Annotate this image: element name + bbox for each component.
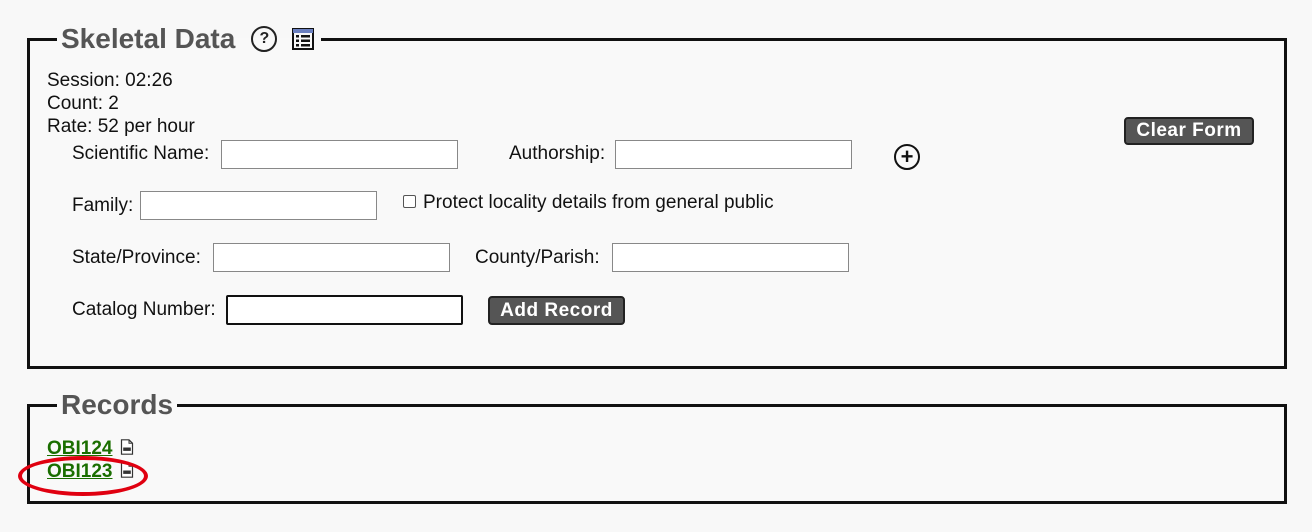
record-rate: Rate: 52 per hour — [47, 116, 195, 137]
record-count: Count: 2 — [47, 93, 119, 114]
records-legend: Records — [57, 390, 177, 420]
authorship-input[interactable] — [615, 140, 852, 169]
records-title: Records — [61, 389, 174, 420]
add-record-button[interactable]: Add Record — [488, 296, 625, 325]
clear-form-button[interactable]: Clear Form — [1124, 117, 1254, 145]
family-input[interactable] — [140, 191, 377, 220]
scientific-name-input[interactable] — [221, 140, 458, 169]
question-circle-icon[interactable]: ? — [251, 26, 278, 52]
authorship-label: Authorship: — [509, 143, 606, 164]
protect-locality-checkbox[interactable] — [403, 195, 416, 208]
state-province-label: State/Province: — [72, 247, 201, 268]
panel-title: Skeletal Data — [61, 23, 236, 54]
session-stats: Session: 02:26 Count: 2 Rate: 52 per hou… — [47, 69, 195, 138]
record-link-obi124[interactable]: OBI124 — [47, 438, 112, 460]
catalog-number-input[interactable] — [226, 295, 463, 325]
state-province-input[interactable] — [213, 243, 450, 272]
pdf-document-icon[interactable] — [120, 462, 134, 478]
catalog-number-label: Catalog Number: — [72, 299, 216, 320]
protect-locality-label: Protect locality details from general pu… — [423, 192, 774, 213]
table-list-icon[interactable] — [291, 27, 315, 51]
county-parish-label: County/Parish: — [475, 247, 600, 268]
pdf-document-icon[interactable] — [120, 439, 134, 455]
records-panel: Records — [27, 390, 1287, 504]
session-time: Session: 02:26 — [47, 70, 173, 91]
plus-circle-icon[interactable]: + — [894, 144, 920, 170]
scientific-name-label: Scientific Name: — [72, 143, 210, 164]
family-label: Family: — [72, 195, 134, 216]
county-parish-input[interactable] — [612, 243, 849, 272]
record-link-obi123[interactable]: OBI123 — [47, 461, 112, 483]
skeletal-data-legend: Skeletal Data ? — [57, 24, 321, 54]
